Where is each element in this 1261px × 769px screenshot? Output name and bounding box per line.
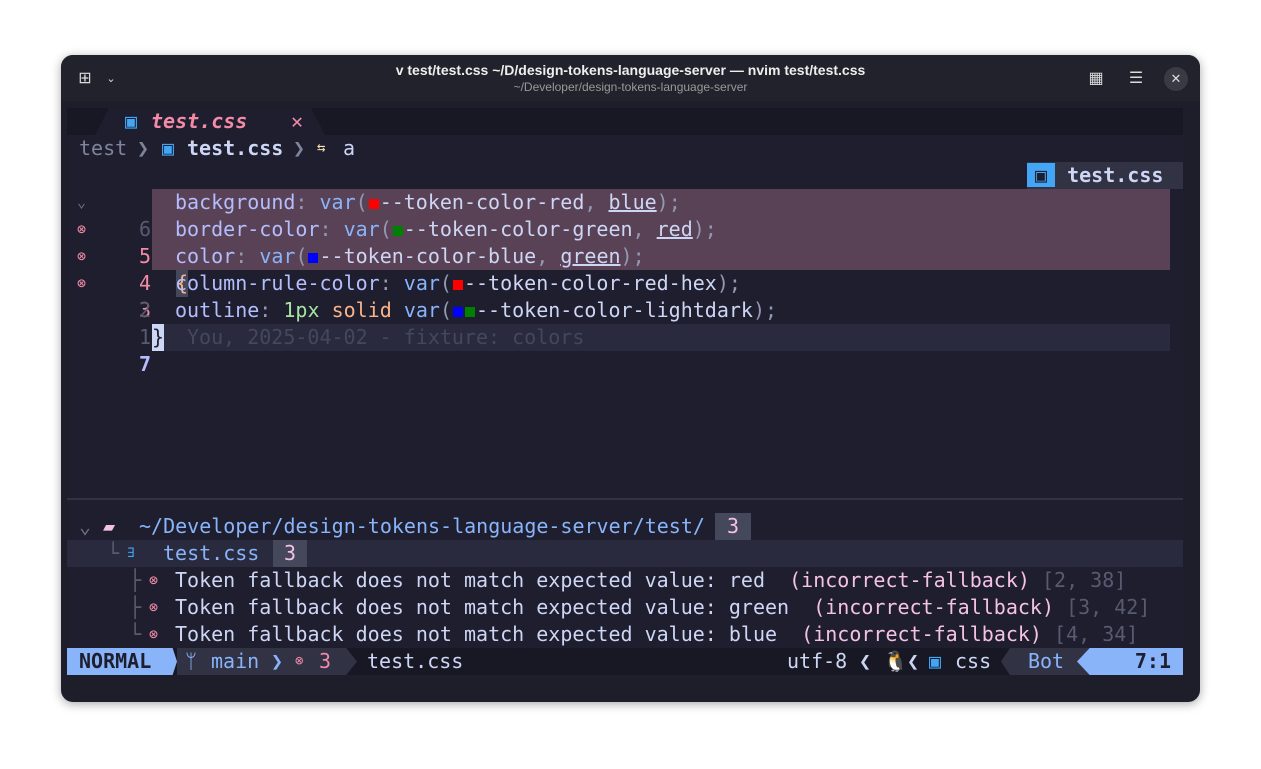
statusline: NORMAL ᛘ main ❯ ⊗ 3 test.css utf-8 ❮ 🐧 ❮…	[67, 648, 1183, 675]
code-line-current[interactable]: } You, 2025-04-02 - fixture: colors	[152, 324, 1170, 351]
color-swatch	[369, 199, 379, 209]
color-swatch	[453, 280, 463, 290]
property: background	[175, 190, 295, 214]
grid-view-button[interactable]: ▦	[1084, 67, 1108, 91]
chevron-left-icon: ❮	[859, 648, 871, 675]
error-icon: ⊗	[295, 648, 303, 675]
fallback: green	[560, 244, 620, 268]
tabline: ▣ test.css ✕	[67, 108, 1183, 135]
breadcrumb: test ❯ ▣ test.css ❯ ⇆ a	[67, 135, 1183, 162]
color-swatch	[465, 307, 475, 317]
code-line[interactable]: 1 outline: 1px solid var(--token-color-l…	[67, 297, 1183, 324]
diagnostic-position: [4, 34]	[1054, 622, 1138, 646]
code-line[interactable]: ⌄ 6 a { ▣ test.css	[67, 162, 1183, 189]
diagnostic-position: [2, 38]	[1042, 568, 1126, 592]
gutter: 7	[67, 324, 152, 351]
git-branch[interactable]: main	[211, 648, 259, 675]
cursor-position: 7:1	[1077, 648, 1183, 675]
filetype: css	[955, 648, 991, 675]
chevron-right-icon: ❯	[137, 135, 149, 162]
color-swatch	[453, 307, 463, 317]
color-swatch	[393, 226, 403, 236]
tab-label: test.css	[151, 108, 247, 135]
terminal-window: ⊞ ⌄ v test/test.css ~/D/design-tokens-la…	[61, 55, 1200, 702]
count-badge: 3	[273, 540, 307, 567]
error-icon: ⊗	[149, 567, 158, 594]
token: --token-color-red	[380, 190, 585, 214]
token: --token-color-blue	[319, 244, 536, 268]
color-swatch	[308, 253, 318, 263]
property: color	[175, 244, 235, 268]
count-badge: 3	[715, 513, 751, 540]
token: --token-color-green	[404, 217, 633, 241]
trouble-dir[interactable]: ⌄ ▰ ~/Developer/design-tokens-language-s…	[67, 513, 1183, 540]
value: 1px	[283, 298, 319, 322]
diagnostic-code: (incorrect-fallback)	[789, 568, 1030, 592]
token: --token-color-lightdark	[476, 298, 753, 322]
divider	[67, 498, 1183, 500]
window-subtitle: ~/Developer/design-tokens-language-serve…	[61, 80, 1200, 94]
css-file-icon: ∃	[127, 540, 135, 567]
nvim[interactable]: ▣ test.css ✕ test ❯ ▣ test.css ❯ ⇆ a ⌄ 6…	[67, 108, 1183, 675]
code-line[interactable]: 2 column-rule-color: var(--token-color-r…	[67, 270, 1183, 297]
fallback: red	[657, 217, 693, 241]
code-line[interactable]: ⊗ 3 color: var(--token-color-blue, green…	[67, 243, 1183, 270]
css-file-icon: ▣	[1027, 163, 1055, 187]
float-filename-label: test.css	[1067, 163, 1163, 187]
close-button[interactable]: ✕	[1164, 67, 1188, 91]
dir-path: ~/Developer/design-tokens-language-serve…	[139, 513, 705, 540]
diagnostic-code: (incorrect-fallback)	[813, 595, 1054, 619]
error-icon: ⊗	[149, 621, 158, 648]
breadcrumb-symbol[interactable]: a	[343, 135, 355, 162]
titlebar: ⊞ ⌄ v test/test.css ~/D/design-tokens-la…	[61, 55, 1200, 101]
diagnostic-code: (incorrect-fallback)	[801, 622, 1042, 646]
diagnostic-message: Token fallback does not match expected v…	[175, 568, 765, 592]
tab-test-css[interactable]: ▣ test.css ✕	[95, 108, 325, 135]
property: outline	[175, 298, 259, 322]
diagnostic-item[interactable]: ├⊗ Token fallback does not match expecte…	[67, 594, 1183, 621]
git-blame: You, 2025-04-02 - fixture: colors	[187, 324, 584, 351]
breadcrumb-dir[interactable]: test	[79, 135, 127, 162]
property: border-color	[175, 217, 320, 241]
chevron-right-icon: ❯	[293, 135, 305, 162]
git-branch-icon: ᛘ	[185, 648, 197, 675]
code-line[interactable]: ⊗ 4 border-color: var(--token-color-gree…	[67, 216, 1183, 243]
float-filename: ▣ test.css	[1027, 162, 1183, 189]
encoding: utf-8	[787, 648, 847, 675]
css-file-icon: ▣	[162, 135, 174, 162]
breadcrumb-file[interactable]: test.css	[187, 135, 283, 162]
cursor: }	[152, 324, 164, 351]
chevron-right-icon: ❯	[271, 648, 283, 675]
diagnostic-message: Token fallback does not match expected v…	[175, 595, 789, 619]
menu-button[interactable]: ☰	[1124, 67, 1148, 91]
code-line[interactable]: ⊗ 5 background: var(--token-color-red, b…	[67, 189, 1183, 216]
mode-indicator: NORMAL	[67, 648, 177, 675]
diagnostic-item[interactable]: ├⊗ Token fallback does not match expecte…	[67, 567, 1183, 594]
line-number: 7	[127, 351, 151, 378]
chevron-left-icon: ❮	[907, 648, 919, 675]
value: solid	[332, 298, 392, 322]
property: column-rule-color	[175, 271, 380, 295]
error-icon: ⊗	[149, 594, 158, 621]
css-file-icon: ▣	[125, 108, 137, 135]
token: --token-color-red-hex	[464, 271, 717, 295]
folder-open-icon: ▰	[103, 513, 115, 540]
symbol-icon: ⇆	[317, 135, 325, 162]
linux-icon: 🐧	[883, 648, 908, 675]
window-title: v test/test.css ~/D/design-tokens-langua…	[61, 62, 1200, 78]
close-tab-icon[interactable]: ✕	[291, 108, 303, 135]
diagnostic-item[interactable]: └⊗ Token fallback does not match expecte…	[67, 621, 1183, 648]
fallback: blue	[608, 190, 656, 214]
error-count: 3	[319, 648, 331, 675]
file-name: test.css	[163, 540, 259, 567]
css-file-icon: ▣	[929, 648, 941, 675]
diagnostic-message: Token fallback does not match expected v…	[175, 622, 777, 646]
chevron-down-icon: ⌄	[79, 513, 91, 540]
status-filename: test.css	[367, 648, 463, 675]
trouble-file[interactable]: └ ∃ test.css 3	[67, 540, 1183, 567]
diagnostic-position: [3, 42]	[1066, 595, 1150, 619]
